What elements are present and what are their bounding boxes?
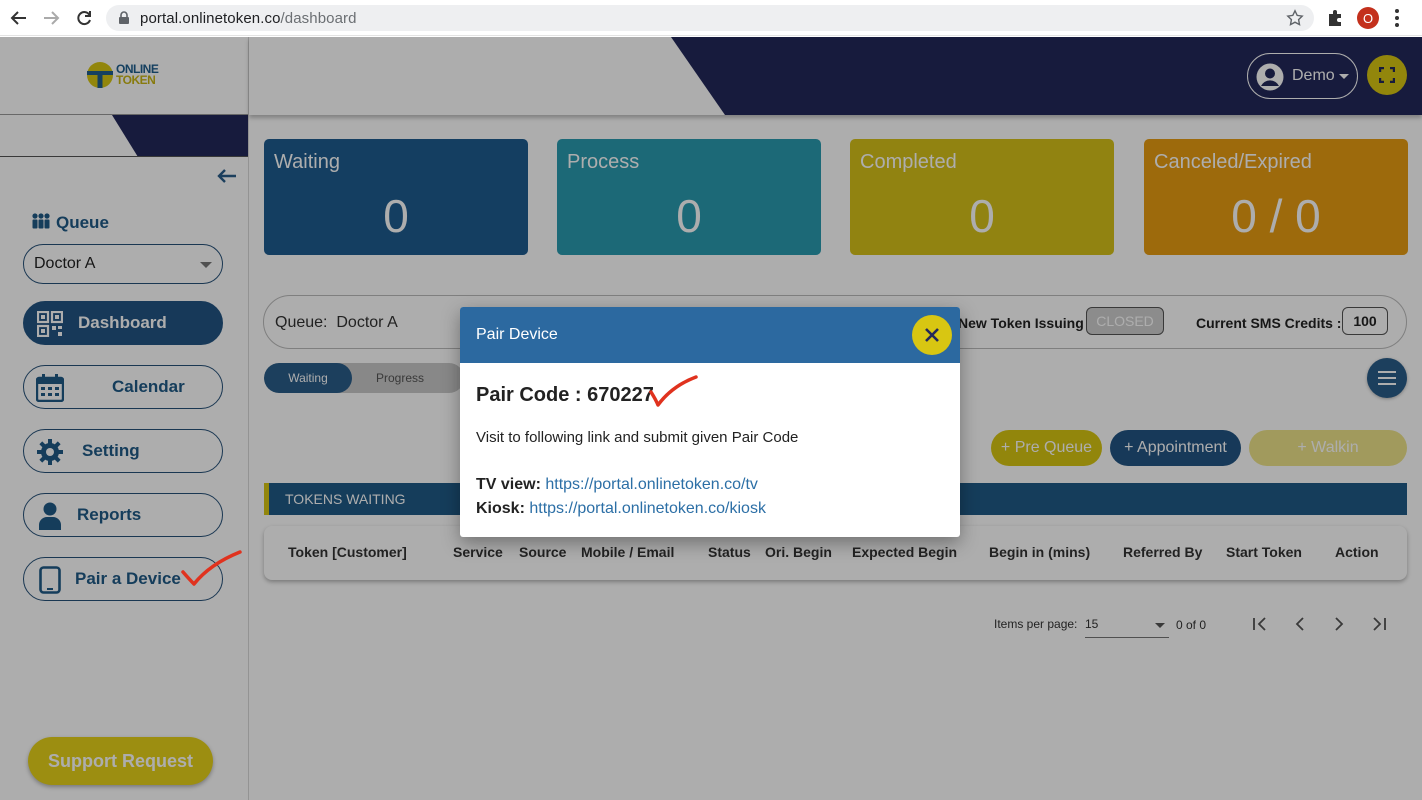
tv-view-row: TV view: https://portal.onlinetoken.co/t… (476, 476, 758, 494)
profile-avatar[interactable]: O (1357, 7, 1379, 29)
bookmark-star-icon[interactable] (1286, 9, 1304, 32)
back-arrow-icon[interactable] (6, 6, 32, 30)
browser-toolbar: portal.onlinetoken.co/dashboard O (0, 0, 1422, 36)
dialog-header: Pair Device (460, 307, 960, 363)
url-path: /dashboard (280, 10, 357, 27)
reload-icon[interactable] (71, 6, 97, 30)
kiosk-label: Kiosk: (476, 500, 525, 517)
pair-device-dialog: Pair Device Pair Code : 670227 Visit to … (460, 307, 960, 537)
kiosk-link[interactable]: https://portal.onlinetoken.co/kiosk (529, 500, 766, 517)
tv-view-link[interactable]: https://portal.onlinetoken.co/tv (545, 476, 758, 493)
pair-instructions: Visit to following link and submit given… (476, 429, 799, 446)
dialog-title: Pair Device (476, 326, 558, 343)
browser-menu-icon[interactable] (1394, 8, 1400, 33)
extensions-puzzle-icon[interactable] (1326, 8, 1346, 33)
annotation-check-mark-icon (649, 375, 698, 407)
lock-icon (118, 11, 130, 30)
kiosk-row: Kiosk: https://portal.onlinetoken.co/kio… (476, 500, 766, 518)
close-icon (925, 328, 939, 342)
url-text: portal.onlinetoken.co/dashboard (140, 10, 357, 27)
annotation-check-mark-icon (181, 550, 242, 586)
tv-view-label: TV view: (476, 476, 541, 493)
forward-arrow-icon[interactable] (38, 6, 64, 30)
address-bar[interactable]: portal.onlinetoken.co/dashboard (106, 5, 1314, 31)
url-host: portal.onlinetoken.co (140, 10, 281, 27)
close-button[interactable] (912, 315, 952, 355)
pair-code: Pair Code : 670227 (476, 384, 654, 406)
